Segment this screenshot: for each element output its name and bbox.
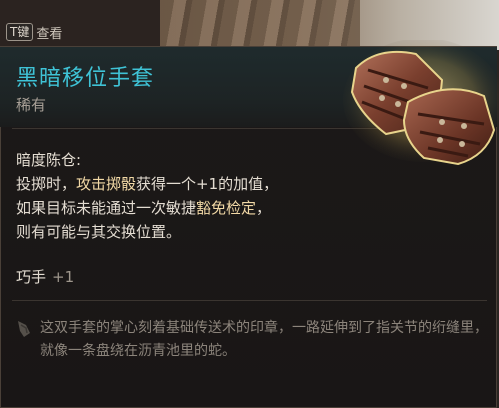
flavor-text: 这双手套的掌心刻着基础传送术的印章，一路延伸到了指关节的绗缝里，就像一条盘绕在沥… <box>40 320 488 359</box>
saving-throw-link[interactable]: 豁免检定 <box>196 199 256 217</box>
item-name: 黑暗移位手套 <box>16 66 155 91</box>
flavor-divider <box>12 300 487 301</box>
attack-roll-link[interactable]: 攻击掷骰 <box>76 175 136 193</box>
desc-line-3: 则有可能与其交换位置。 <box>16 223 182 241</box>
inspect-label: 查看 <box>36 26 63 42</box>
proficiency-value: +1 <box>52 268 75 286</box>
proficiency-bonus: 巧手 +1 <box>16 266 74 287</box>
ability-description: 投掷时，攻击掷骰获得一个+1的加值， 如果目标未能通过一次敏捷豁免检定， 则有可… <box>16 172 346 244</box>
inspect-key-hint[interactable]: T键 查看 <box>6 22 62 42</box>
leather-gloves-icon <box>343 40 499 166</box>
t-key-icon: T键 <box>6 23 34 41</box>
proficiency-name: 巧手 <box>16 268 47 286</box>
quote-icon <box>18 321 30 337</box>
desc-line-2: 如果目标未能通过一次敏捷豁免检定， <box>16 199 272 217</box>
scene-wooden-planks <box>160 0 360 50</box>
item-rarity: 稀有 <box>16 96 47 114</box>
ability-name: 暗度陈仓: <box>16 151 82 169</box>
desc-line-1: 投掷时，攻击掷骰获得一个+1的加值， <box>16 175 279 193</box>
